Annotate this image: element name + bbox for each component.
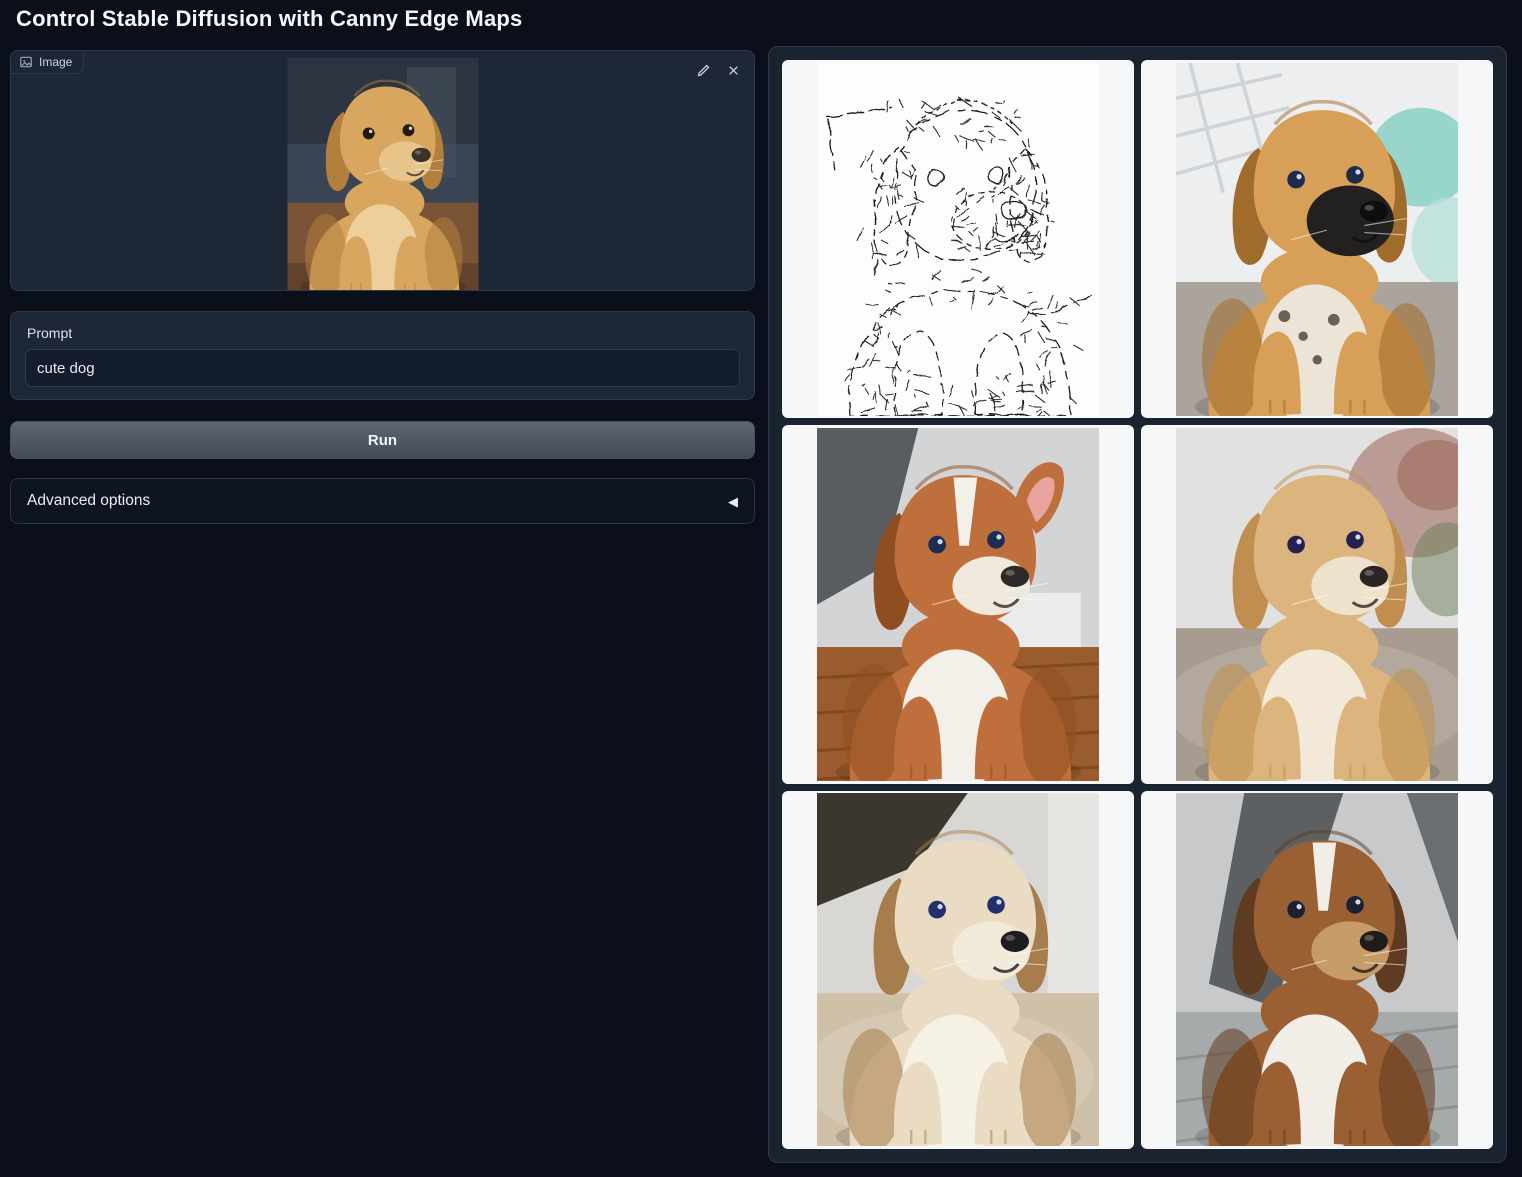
gallery-item-3[interactable]	[782, 425, 1134, 783]
image-icon	[19, 55, 33, 69]
prompt-label: Prompt	[27, 325, 738, 341]
edit-image-button[interactable]	[692, 59, 714, 81]
advanced-options-accordion[interactable]: Advanced options ◀	[10, 478, 755, 524]
x-icon	[726, 63, 741, 78]
prompt-input[interactable]	[25, 349, 740, 387]
generated-image	[817, 793, 1100, 1146]
generated-image	[1176, 428, 1459, 781]
advanced-options-label: Advanced options	[27, 492, 150, 510]
generated-image	[1176, 793, 1459, 1146]
input-image-thumbnail[interactable]	[287, 58, 478, 290]
gallery-item-5[interactable]	[782, 791, 1134, 1149]
triangle-left-icon: ◀	[728, 495, 738, 508]
gallery-item-6[interactable]	[1141, 791, 1493, 1149]
image-label-text: Image	[39, 55, 72, 69]
clear-image-button[interactable]	[722, 59, 744, 81]
prompt-panel: Prompt	[10, 311, 755, 400]
image-label: Image	[11, 51, 84, 74]
gallery-item-1[interactable]	[782, 60, 1134, 418]
generated-image	[1176, 63, 1459, 416]
output-gallery	[768, 46, 1507, 1163]
pencil-icon	[696, 63, 711, 78]
generated-image	[817, 428, 1100, 781]
input-image-panel: Image	[10, 50, 755, 291]
page-title: Control Stable Diffusion with Canny Edge…	[16, 6, 522, 32]
gallery-item-2[interactable]	[1141, 60, 1493, 418]
gallery-grid	[782, 60, 1493, 1149]
edge-map-image	[817, 63, 1100, 416]
gallery-item-4[interactable]	[1141, 425, 1493, 783]
run-button[interactable]: Run	[10, 421, 755, 459]
